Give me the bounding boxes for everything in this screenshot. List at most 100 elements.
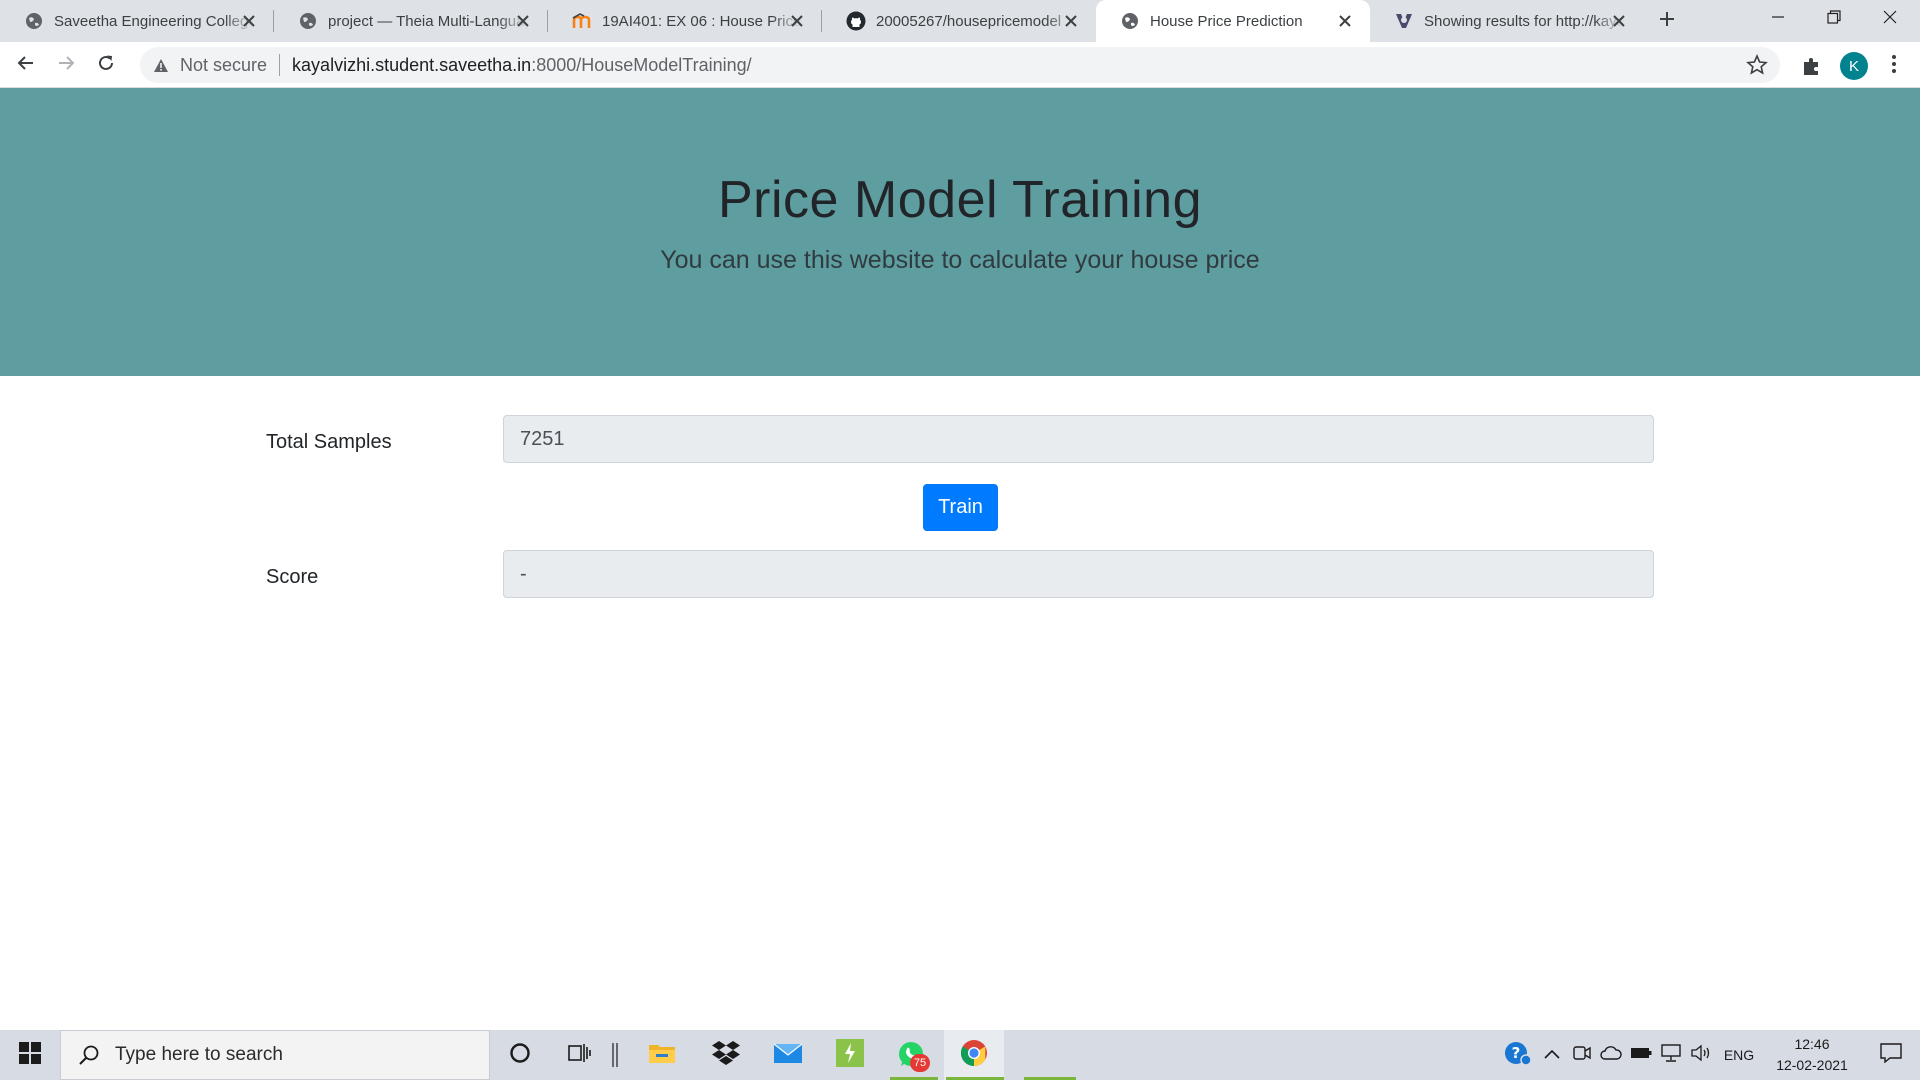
- minimize-icon: [1771, 10, 1785, 29]
- forward-button[interactable]: [50, 49, 82, 81]
- globe-icon: [1120, 11, 1140, 31]
- action-center-button[interactable]: [1862, 1030, 1920, 1080]
- meet-icon: [1573, 1045, 1591, 1066]
- menu-button[interactable]: [1884, 52, 1904, 80]
- security-label[interactable]: Not secure: [180, 55, 267, 76]
- mail-button[interactable]: [758, 1030, 818, 1080]
- clock-date: 12-02-2021: [1776, 1057, 1848, 1073]
- search-result-icon: [1394, 11, 1414, 31]
- reload-button[interactable]: [90, 49, 122, 81]
- page-content: Price Model Training You can use this we…: [0, 88, 1920, 1030]
- chrome-icon: [960, 1039, 988, 1072]
- tab-house-price-prediction[interactable]: House Price Prediction: [1096, 0, 1370, 42]
- whatsapp-icon: 75: [897, 1040, 930, 1072]
- taskbar-clock[interactable]: 12:46 12-02-2021: [1762, 1034, 1862, 1076]
- tab-title: project — Theia Multi-Language: [328, 12, 528, 30]
- score-label: Score: [266, 566, 319, 588]
- windows-taskbar: Type here to search 75 ? ENG 12:46 12-02…: [0, 1030, 1920, 1080]
- taskbar-search-box[interactable]: Type here to search: [60, 1030, 490, 1080]
- close-icon[interactable]: [788, 12, 806, 30]
- search-icon: [77, 1043, 101, 1067]
- warning-icon: [150, 54, 172, 76]
- tab-strip: Saveetha Engineering College project — T…: [0, 0, 1920, 42]
- page-title: Price Model Training: [718, 171, 1202, 229]
- url-host: kayalvizhi.student.saveetha.in: [292, 54, 532, 75]
- clock-time: 12:46: [1794, 1036, 1830, 1052]
- bookmark-star-icon[interactable]: [1746, 53, 1768, 76]
- moodle-icon: [572, 11, 592, 31]
- restore-icon: [1827, 9, 1841, 29]
- total-samples-value: 7251: [520, 427, 565, 450]
- plus-icon: [1658, 10, 1676, 33]
- tab-search-results[interactable]: Showing results for http://kayalvizhi: [1370, 0, 1644, 42]
- back-button[interactable]: [10, 49, 42, 81]
- file-explorer-button[interactable]: [632, 1030, 692, 1080]
- battery-tray-button[interactable]: [1628, 1030, 1654, 1080]
- battery-icon: [1630, 1046, 1652, 1064]
- cortana-circle-icon: [509, 1042, 531, 1069]
- page-subtitle: You can use this website to calculate yo…: [660, 246, 1260, 274]
- close-icon[interactable]: [240, 12, 258, 30]
- more-vertical-icon: [1891, 54, 1897, 79]
- chrome-button[interactable]: [944, 1030, 1004, 1080]
- speaker-icon: [1690, 1044, 1712, 1067]
- profile-avatar[interactable]: K: [1840, 52, 1868, 80]
- help-question-icon: ?: [1504, 1040, 1532, 1071]
- train-button[interactable]: Train: [923, 484, 998, 531]
- svg-text:?: ?: [1512, 1044, 1521, 1062]
- taskbar-divider: [600, 1030, 630, 1080]
- cloud-icon: [1600, 1045, 1622, 1065]
- total-samples-field[interactable]: 7251: [503, 415, 1654, 463]
- browser-toolbar: Not secure kayalvizhi.student.saveetha.i…: [0, 42, 1920, 88]
- show-hidden-icons-button[interactable]: [1540, 1030, 1564, 1080]
- score-field[interactable]: -: [503, 550, 1654, 598]
- address-divider: [279, 54, 281, 76]
- screen: Saveetha Engineering College project — T…: [0, 0, 1920, 1080]
- green-app-icon: [836, 1038, 864, 1072]
- task-view-icon: [568, 1042, 592, 1069]
- close-icon[interactable]: [1610, 12, 1628, 30]
- search-placeholder: Type here to search: [115, 1044, 283, 1065]
- hero-banner: Price Model Training You can use this we…: [0, 88, 1920, 376]
- close-icon[interactable]: [514, 12, 532, 30]
- cortana-button[interactable]: [490, 1030, 550, 1080]
- tab-title: Saveetha Engineering College: [54, 12, 254, 30]
- onedrive-tray-button[interactable]: [1598, 1030, 1624, 1080]
- windows-logo-icon: [19, 1041, 41, 1069]
- tab-title: 19AI401: EX 06 : House Price: [602, 12, 802, 30]
- whatsapp-badge: 75: [910, 1054, 930, 1072]
- extensions-puzzle-icon[interactable]: [1800, 54, 1824, 78]
- sublime-app-button[interactable]: [820, 1030, 880, 1080]
- start-button[interactable]: [0, 1030, 60, 1080]
- tab-saveetha[interactable]: Saveetha Engineering College: [0, 0, 274, 42]
- folder-icon: [648, 1041, 676, 1070]
- close-icon[interactable]: [1336, 12, 1354, 30]
- minimize-button[interactable]: [1750, 0, 1806, 38]
- dropbox-button[interactable]: [696, 1030, 756, 1080]
- whatsapp-button[interactable]: 75: [882, 1030, 942, 1080]
- reload-icon: [97, 54, 115, 77]
- github-icon: [846, 11, 866, 31]
- help-tray-button[interactable]: ?: [1500, 1030, 1536, 1080]
- meet-now-tray-button[interactable]: [1570, 1030, 1594, 1080]
- tab-title: Showing results for http://kayalvizhi: [1424, 12, 1624, 30]
- url-path: :8000/HouseModelTraining/: [531, 54, 752, 75]
- close-icon: [1883, 10, 1897, 29]
- volume-tray-button[interactable]: [1688, 1030, 1714, 1080]
- tab-github[interactable]: 20005267/housepricemodel: [822, 0, 1096, 42]
- globe-icon: [298, 11, 318, 31]
- close-icon[interactable]: [1062, 12, 1080, 30]
- tab-moodle[interactable]: 19AI401: EX 06 : House Price: [548, 0, 822, 42]
- close-window-button[interactable]: [1862, 0, 1918, 38]
- dropbox-icon: [711, 1040, 741, 1071]
- input-language-indicator[interactable]: ENG: [1718, 1030, 1760, 1080]
- tab-theia[interactable]: project — Theia Multi-Language: [274, 0, 548, 42]
- url-text[interactable]: kayalvizhi.student.saveetha.in:8000/Hous…: [292, 55, 752, 76]
- globe-icon: [24, 11, 44, 31]
- new-tab-button[interactable]: [1652, 8, 1682, 34]
- restore-button[interactable]: [1806, 0, 1862, 38]
- arrow-right-icon: [57, 54, 75, 77]
- tab-title: 20005267/housepricemodel: [876, 12, 1062, 30]
- address-bar[interactable]: Not secure kayalvizhi.student.saveetha.i…: [140, 47, 1780, 83]
- network-tray-button[interactable]: [1658, 1030, 1684, 1080]
